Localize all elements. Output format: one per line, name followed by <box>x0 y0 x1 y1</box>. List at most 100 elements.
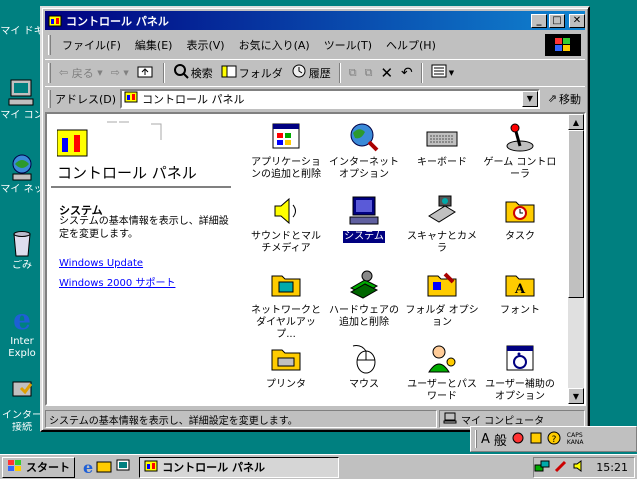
desktop-icon-recycle-bin[interactable]: ごみ <box>0 228 44 272</box>
system-icon <box>347 194 381 228</box>
desktop-icon-my-documents[interactable]: マイ ドキ <box>0 10 44 38</box>
start-button[interactable]: スタート <box>2 456 75 478</box>
menu-view[interactable]: 表示(V) <box>179 35 231 55</box>
item-fonts[interactable]: A フォント <box>481 268 559 317</box>
standard-toolbar: ⇦ 戻る ▼ ⇨ ▼ 検索 フォルダ 履歴 ⧉ ⧉ ✕ ↶ ▼ <box>45 59 585 85</box>
move-to-icon: ⧉ <box>348 65 357 79</box>
address-bar: アドレス(D) コントロール パネル ▼ ⇗ 移動 <box>45 86 585 110</box>
move-to-button[interactable]: ⧉ <box>345 65 361 81</box>
chevron-down-icon: ▼ <box>97 68 103 77</box>
history-button[interactable]: 履歴 <box>287 62 335 83</box>
quick-launch-ie-icon[interactable]: e <box>83 458 93 477</box>
my-computer-icon <box>7 78 37 108</box>
item-printers[interactable]: プリンタ <box>247 342 325 391</box>
item-internet-options[interactable]: インターネット オプション <box>325 120 403 181</box>
system-tray: 15:21 <box>533 456 635 478</box>
desktop-icon-connect[interactable]: インター 接続 <box>0 378 44 434</box>
selected-item-description: システムの基本情報を表示し、詳細設定を変更します。 <box>59 216 229 240</box>
ime-input-mode[interactable]: A <box>481 432 490 447</box>
item-accessibility-options[interactable]: ユーザー補助のオプション <box>481 342 559 403</box>
item-add-remove-programs[interactable]: アプリケーションの追加と削除 <box>247 120 325 181</box>
menu-edit[interactable]: 編集(E) <box>128 35 180 55</box>
views-button[interactable]: ▼ <box>427 63 458 82</box>
delete-button[interactable]: ✕ <box>376 63 397 83</box>
item-add-remove-hardware[interactable]: ハードウェアの追加と削除 <box>325 268 403 329</box>
ime-help-icon[interactable]: ? <box>547 431 561 448</box>
ime-pad-icon[interactable] <box>511 431 525 448</box>
item-scheduled-tasks[interactable]: タスク <box>481 194 559 243</box>
windows-update-link[interactable]: Windows Update <box>59 258 143 269</box>
forward-button[interactable]: ⇨ ▼ <box>107 65 133 80</box>
item-game-controllers[interactable]: ゲーム コントローラ <box>481 120 559 181</box>
desktop-icon-network[interactable]: マイ ネッ <box>0 152 44 196</box>
menu-tools[interactable]: ツール(T) <box>317 35 379 55</box>
toolbar-separator <box>420 62 423 83</box>
title-bar[interactable]: コントロール パネル _ □ ✕ <box>45 11 585 30</box>
windows-flag-icon <box>7 459 23 476</box>
address-dropdown-button[interactable]: ▼ <box>521 90 538 107</box>
control-panel-icon <box>48 14 62 28</box>
go-button[interactable]: ⇗ 移動 <box>544 91 585 107</box>
menu-favorites[interactable]: お気に入り(A) <box>232 35 317 55</box>
delete-icon: ✕ <box>380 63 394 82</box>
up-folder-button[interactable] <box>133 63 159 82</box>
ime-language-bar: A 般 ? CAPS KANA <box>470 426 637 452</box>
address-value: コントロール パネル <box>142 92 245 106</box>
taskbar-button-control-panel[interactable]: コントロール パネル <box>139 456 340 478</box>
control-panel-small-icon <box>144 460 158 475</box>
item-sounds-multimedia[interactable]: サウンドとマルチメディア <box>247 194 325 255</box>
desktop-icon-internet-explorer[interactable]: e Inter Explo <box>0 303 44 360</box>
scroll-thumb[interactable] <box>568 130 584 298</box>
back-button[interactable]: ⇦ 戻る ▼ <box>55 64 107 82</box>
taskbar: スタート e コントロール パネル 15:21 <box>0 454 637 479</box>
quick-launch: e <box>83 458 131 477</box>
item-keyboard[interactable]: キーボード <box>403 120 481 169</box>
windows-logo-icon <box>545 34 581 56</box>
ime-dictionary-icon[interactable] <box>529 431 543 448</box>
my-computer-small-icon <box>443 412 457 427</box>
minimize-button[interactable]: _ <box>531 13 547 28</box>
maximize-button[interactable]: □ <box>549 13 565 28</box>
clock[interactable]: 15:21 <box>596 461 628 474</box>
window-title: コントロール パネル <box>66 14 169 28</box>
item-folder-options[interactable]: フォルダ オプション <box>403 268 481 329</box>
go-arrow-icon: ⇗ <box>547 92 557 105</box>
item-users-passwords[interactable]: ユーザーとパスワード <box>403 342 481 403</box>
network-icon <box>7 152 37 182</box>
add-remove-programs-icon <box>269 120 303 154</box>
quick-launch-explorer-icon[interactable] <box>96 458 112 477</box>
toolbar-grip[interactable] <box>48 62 51 83</box>
search-button[interactable]: 検索 <box>169 62 217 83</box>
network-dialup-icon <box>269 268 303 302</box>
menubar-grip[interactable] <box>48 35 51 55</box>
keyboard-icon <box>425 120 459 154</box>
item-mouse[interactable]: マウス <box>325 342 403 391</box>
tray-pen-icon[interactable] <box>554 459 568 476</box>
tray-network-icon[interactable] <box>534 459 550 476</box>
folders-button[interactable]: フォルダ <box>217 62 287 83</box>
item-system[interactable]: システム <box>325 194 403 243</box>
status-message: システムの基本情報を表示し、詳細設定を変更します。 <box>45 410 437 428</box>
quick-launch-desktop-icon[interactable] <box>115 458 131 477</box>
addressbar-grip[interactable] <box>48 89 51 108</box>
windows-support-link[interactable]: Windows 2000 サポート <box>59 274 175 289</box>
item-network-dialup[interactable]: ネットワークとダイヤルアップ... <box>247 268 325 341</box>
desktop-icon-my-computer[interactable]: マイ コン <box>0 78 44 122</box>
ime-grip[interactable] <box>475 430 477 448</box>
ime-conversion-mode[interactable]: 般 <box>494 430 507 449</box>
sound-icon <box>269 194 303 228</box>
folders-icon <box>221 63 239 82</box>
menu-file[interactable]: ファイル(F) <box>55 35 128 55</box>
menu-help[interactable]: ヘルプ(H) <box>379 35 443 55</box>
chevron-down-icon: ▼ <box>448 68 455 77</box>
copy-to-button[interactable]: ⧉ <box>361 65 377 81</box>
scroll-up-button[interactable]: ▲ <box>568 114 584 130</box>
scroll-down-button[interactable]: ▼ <box>568 388 584 404</box>
close-button[interactable]: ✕ <box>569 13 585 28</box>
vertical-scrollbar[interactable]: ▲ ▼ <box>568 114 584 404</box>
history-icon <box>291 63 309 82</box>
tray-volume-icon[interactable] <box>572 459 586 476</box>
item-scanners-cameras[interactable]: スキャナとカメラ <box>403 194 481 255</box>
address-input[interactable]: コントロール パネル ▼ <box>120 88 540 109</box>
undo-button[interactable]: ↶ <box>397 64 417 82</box>
